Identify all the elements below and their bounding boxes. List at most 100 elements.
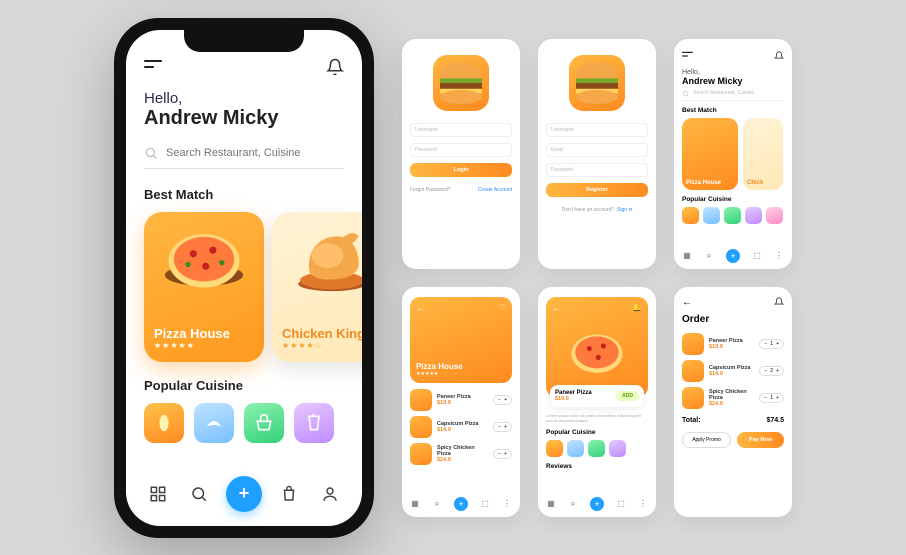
quantity-stepper[interactable]: −2+ xyxy=(759,366,784,376)
search-placeholder: Search Restaurant, Cuisine xyxy=(693,90,754,97)
quantity-stepper[interactable]: −+ xyxy=(493,422,512,432)
nav-bag-icon[interactable]: ⬚ xyxy=(752,251,762,261)
email-field[interactable]: Email xyxy=(546,143,648,157)
bottom-nav: ▦ ⌕ + ⬚ ⋮ xyxy=(546,497,648,511)
nav-grid-icon[interactable]: ▦ xyxy=(546,499,556,509)
back-icon[interactable]: ← xyxy=(416,303,426,314)
menu-item[interactable]: Spicy Chicken Pizza$24.9 −+ xyxy=(410,443,512,465)
item-price: $14.9 xyxy=(709,371,754,377)
menu-item[interactable]: Capsicum Pizza$14.9 −+ xyxy=(410,416,512,438)
login-button[interactable]: Login xyxy=(410,163,512,177)
menu-icon[interactable] xyxy=(682,51,694,59)
item-hero: ← 🔔 xyxy=(546,297,648,397)
nav-add-button[interactable]: + xyxy=(454,497,468,511)
quantity-stepper[interactable]: −+ xyxy=(493,395,512,405)
quantity-stepper[interactable]: −1+ xyxy=(759,339,784,349)
nav-bag-icon[interactable]: ⬚ xyxy=(616,499,626,509)
pizza-icon xyxy=(410,389,432,411)
nav-add-button[interactable]: + xyxy=(726,249,740,263)
register-button[interactable]: Register xyxy=(546,183,648,197)
item-price: $19.9 xyxy=(555,396,592,402)
cuisine-chip[interactable] xyxy=(609,440,626,457)
menu-icon[interactable] xyxy=(144,60,164,74)
notification-icon[interactable]: 🔔 xyxy=(632,303,642,312)
notification-icon[interactable] xyxy=(774,51,784,61)
pay-now-button[interactable]: Pay Now xyxy=(737,432,784,448)
cuisine-chip[interactable] xyxy=(724,207,741,224)
menu-item[interactable]: Paneer Pizza$19.9 −+ xyxy=(410,389,512,411)
cuisine-chip-drink[interactable] xyxy=(294,403,334,443)
nav-search-icon[interactable]: ⌕ xyxy=(568,499,578,509)
nav-grid-icon[interactable]: ▦ xyxy=(410,499,420,509)
nav-grid-icon[interactable] xyxy=(144,480,172,508)
cuisine-chip[interactable] xyxy=(766,207,783,224)
have-account-text: Don't have an account? xyxy=(562,207,614,213)
username-field[interactable]: Username xyxy=(410,123,512,137)
search-input[interactable] xyxy=(166,147,344,159)
search-bar[interactable]: Search Restaurant, Cuisine xyxy=(682,90,784,101)
nav-search-icon[interactable]: ⌕ xyxy=(704,251,714,261)
item-price: $24.9 xyxy=(437,457,488,463)
nav-search-icon[interactable]: ⌕ xyxy=(432,499,442,509)
rating-stars: ★★★★☆ xyxy=(282,341,362,350)
quantity-stepper[interactable]: −1+ xyxy=(759,393,784,403)
pizza-icon xyxy=(410,416,432,438)
notification-icon[interactable]: ♡ xyxy=(499,303,506,312)
restaurant-title: Pizza House xyxy=(416,362,463,371)
pizza-icon xyxy=(682,387,704,409)
nav-bag-icon[interactable] xyxy=(275,480,303,508)
cuisine-chip[interactable] xyxy=(567,440,584,457)
nav-profile-icon[interactable] xyxy=(316,480,344,508)
item-price: $19.9 xyxy=(437,400,488,406)
best-match-cards: Pizza House ★★★★★ Chicken King ★★★★☆ xyxy=(144,212,344,362)
password-field[interactable]: Password xyxy=(410,143,512,157)
cuisine-chip[interactable] xyxy=(703,207,720,224)
pizza-house-card[interactable]: Pizza House xyxy=(682,118,738,190)
best-match-label: Best Match xyxy=(682,107,784,114)
notification-icon[interactable] xyxy=(774,297,784,307)
app-preview-grid: Username Password Login Forgot Password?… xyxy=(402,39,792,517)
username-field[interactable]: Username xyxy=(546,123,648,137)
cuisine-chip-croissant[interactable] xyxy=(194,403,234,443)
notification-icon[interactable] xyxy=(326,58,344,76)
nav-bag-icon[interactable]: ⬚ xyxy=(480,499,490,509)
card-title: Pizza House xyxy=(686,180,734,186)
chicken-king-card[interactable]: Chick xyxy=(743,118,783,190)
chicken-king-card[interactable]: Chicken King ★★★★☆ xyxy=(272,212,362,362)
nav-profile-icon[interactable]: ⋮ xyxy=(502,499,512,509)
nav-search-icon[interactable] xyxy=(185,480,213,508)
nav-grid-icon[interactable]: ▦ xyxy=(682,251,692,261)
cuisine-chip[interactable] xyxy=(682,207,699,224)
cuisine-chip[interactable] xyxy=(745,207,762,224)
nav-add-button[interactable]: + xyxy=(590,497,604,511)
create-account-link[interactable]: Create Account xyxy=(478,187,512,193)
cuisine-chip-corn[interactable] xyxy=(144,403,184,443)
password-field[interactable]: Password xyxy=(546,163,648,177)
reviews-label: Reviews xyxy=(546,463,648,470)
item-name: Paneer Pizza xyxy=(555,390,592,396)
quantity-stepper[interactable]: −+ xyxy=(493,449,512,459)
pizza-icon xyxy=(682,333,704,355)
item-detail-card: Paneer Pizza $19.9 ADD xyxy=(550,385,644,407)
signin-link[interactable]: Sign in xyxy=(617,207,632,213)
forgot-password-link[interactable]: Forgot Password? xyxy=(410,187,451,193)
add-button[interactable]: ADD xyxy=(616,391,639,401)
back-icon[interactable]: ← xyxy=(682,297,692,308)
cuisine-chip[interactable] xyxy=(588,440,605,457)
cuisine-chip[interactable] xyxy=(546,440,563,457)
home-screen: Hello, Andrew Micky Best Match Pizza Hou… xyxy=(126,30,362,526)
search-bar[interactable] xyxy=(144,142,344,169)
nav-add-button[interactable]: + xyxy=(226,476,262,512)
search-icon xyxy=(682,90,689,97)
cuisine-chip-basket[interactable] xyxy=(244,403,284,443)
item-name: Spicy Chicken Pizza xyxy=(709,389,754,401)
apply-promo-button[interactable]: Apply Promo xyxy=(682,432,731,448)
pizza-icon xyxy=(159,220,249,300)
back-icon[interactable]: ← xyxy=(552,303,562,314)
username-text: Andrew Micky xyxy=(682,76,784,86)
restaurant-screen: ← ♡ Pizza House ★★★★★ Paneer Pizza$19.9 … xyxy=(402,287,520,517)
pizza-house-card[interactable]: Pizza House ★★★★★ xyxy=(144,212,264,362)
nav-profile-icon[interactable]: ⋮ xyxy=(774,251,784,261)
nav-profile-icon[interactable]: ⋮ xyxy=(638,499,648,509)
app-logo xyxy=(433,55,489,111)
